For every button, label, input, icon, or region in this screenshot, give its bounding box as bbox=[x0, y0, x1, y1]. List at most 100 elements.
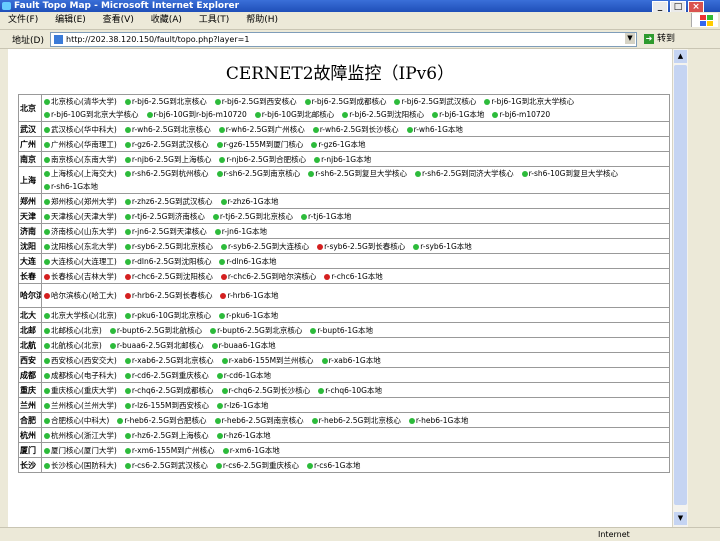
link-item[interactable]: r-njb6-2.5G到合肥核心 bbox=[219, 153, 306, 166]
link-item[interactable]: r-chc6-2.5G到哈尔滨核心 bbox=[220, 270, 316, 283]
go-button[interactable]: ➜ 转到 bbox=[644, 32, 684, 46]
link-item[interactable]: 大连核心(大连理工) bbox=[44, 255, 117, 268]
link-item[interactable]: r-chq6-10G本地 bbox=[318, 384, 382, 397]
link-item[interactable]: r-gz6-2.5G到武汉核心 bbox=[124, 138, 209, 151]
link-item[interactable]: r-hrb6-1G本地 bbox=[220, 289, 278, 302]
link-item[interactable]: r-hz6-2.5G到上海核心 bbox=[124, 429, 209, 442]
link-item[interactable]: r-syb6-1G本地 bbox=[413, 240, 472, 253]
link-item[interactable]: r-pku6-1G本地 bbox=[219, 309, 278, 322]
link-item[interactable]: r-bupt6-2.5G到北京核心 bbox=[210, 324, 302, 337]
vertical-scrollbar[interactable]: ▲ ▼ bbox=[672, 49, 688, 527]
link-item[interactable]: 杭州核心(浙江大学) bbox=[44, 429, 117, 442]
link-item[interactable]: r-gz6-155M到厦门核心 bbox=[216, 138, 303, 151]
link-item[interactable]: r-cs6-1G本地 bbox=[306, 459, 360, 472]
link-item[interactable]: r-tj6-2.5G到北京核心 bbox=[212, 210, 293, 223]
link-item[interactable]: r-bj6-1G到北京大学核心 bbox=[484, 96, 574, 109]
link-item[interactable]: 北航核心(北京) bbox=[44, 339, 102, 352]
link-item[interactable]: r-bj6-1G本地 bbox=[432, 108, 484, 121]
address-input[interactable]: http://202.38.120.150/fault/topo.php?lay… bbox=[50, 32, 637, 47]
link-item[interactable]: r-wh6-2.5G到长沙核心 bbox=[312, 123, 399, 136]
link-item[interactable]: r-gz6-1G本地 bbox=[311, 138, 365, 151]
link-item[interactable]: r-zhz6-2.5G到武汉核心 bbox=[124, 195, 213, 208]
link-item[interactable]: r-heb6-2.5G到南京核心 bbox=[214, 414, 304, 427]
link-item[interactable]: r-jn6-1G本地 bbox=[214, 225, 267, 238]
link-item[interactable]: r-njb6-2.5G到上海核心 bbox=[124, 153, 211, 166]
link-item[interactable]: r-syb6-2.5G到长春核心 bbox=[317, 240, 405, 253]
link-item[interactable]: r-bj6-2.5G到成都核心 bbox=[304, 96, 386, 109]
link-item[interactable]: 哈尔滨核心(哈工大) bbox=[44, 289, 117, 302]
link-item[interactable]: r-sh6-2.5G到同济大学核心 bbox=[414, 168, 514, 181]
link-item[interactable]: r-sh6-2.5G到复旦大学核心 bbox=[308, 168, 407, 181]
link-item[interactable]: 济南核心(山东大学) bbox=[44, 225, 117, 238]
link-item[interactable]: 武汉核心(华中科大) bbox=[44, 123, 117, 136]
link-item[interactable]: 长沙核心(国防科大) bbox=[44, 459, 117, 472]
link-item[interactable]: r-dln6-1G本地 bbox=[219, 255, 276, 268]
link-item[interactable]: r-bupt6-1G本地 bbox=[310, 324, 373, 337]
menu-edit[interactable]: 编辑(E) bbox=[55, 12, 86, 29]
link-item[interactable]: 长春核心(吉林大学) bbox=[44, 270, 117, 283]
link-item[interactable]: r-syb6-2.5G到大连核心 bbox=[221, 240, 309, 253]
link-item[interactable]: r-bj6-10G到北邮核心 bbox=[254, 108, 334, 121]
link-item[interactable]: r-hz6-1G本地 bbox=[216, 429, 271, 442]
link-item[interactable]: r-xab6-155M到兰州核心 bbox=[221, 354, 314, 367]
link-item[interactable]: r-pku6-10G到北京核心 bbox=[124, 309, 211, 322]
link-item[interactable]: r-tj6-1G本地 bbox=[300, 210, 351, 223]
link-item[interactable]: r-cd6-2.5G到重庆核心 bbox=[124, 369, 209, 382]
link-item[interactable]: r-cs6-2.5G到武汉核心 bbox=[124, 459, 208, 472]
link-item[interactable]: 北京核心(清华大学) bbox=[44, 96, 117, 109]
link-item[interactable]: r-jn6-2.5G到天津核心 bbox=[124, 225, 207, 238]
link-item[interactable]: r-bupt6-2.5G到北航核心 bbox=[109, 324, 202, 337]
link-item[interactable]: r-buaa6-1G本地 bbox=[211, 339, 276, 352]
menu-favorites[interactable]: 收藏(A) bbox=[151, 12, 182, 29]
link-item[interactable]: 上海核心(上海交大) bbox=[44, 168, 117, 181]
link-item[interactable]: 兰州核心(兰州大学) bbox=[44, 399, 117, 412]
link-item[interactable]: r-chc6-2.5G到沈阳核心 bbox=[124, 270, 213, 283]
link-item[interactable]: r-dln6-2.5G到沈阳核心 bbox=[124, 255, 211, 268]
link-item[interactable]: r-buaa6-2.5G到北邮核心 bbox=[109, 339, 204, 352]
menu-help[interactable]: 帮助(H) bbox=[246, 12, 278, 29]
link-item[interactable]: r-bj6-10G到r-bj6-m10720 bbox=[146, 108, 247, 121]
link-item[interactable]: r-bj6-m10720 bbox=[492, 108, 550, 121]
link-item[interactable]: r-chc6-1G本地 bbox=[324, 270, 383, 283]
link-item[interactable]: 厦门核心(厦门大学) bbox=[44, 444, 117, 457]
link-item[interactable]: r-bj6-2.5G到沈阳核心 bbox=[342, 108, 424, 121]
link-item[interactable]: r-lz6-155M到西安核心 bbox=[124, 399, 209, 412]
link-item[interactable]: r-njb6-1G本地 bbox=[314, 153, 371, 166]
link-item[interactable]: r-lz6-1G本地 bbox=[216, 399, 268, 412]
link-item[interactable]: r-xab6-1G本地 bbox=[321, 354, 381, 367]
link-item[interactable]: r-xm6-155M到广州核心 bbox=[124, 444, 215, 457]
link-item[interactable]: r-bj6-2.5G到北京核心 bbox=[124, 96, 207, 109]
link-item[interactable]: r-chq6-2.5G到成都核心 bbox=[124, 384, 214, 397]
link-item[interactable]: 北京大学核心(北京) bbox=[44, 309, 117, 322]
link-item[interactable]: r-hrb6-2.5G到长春核心 bbox=[124, 289, 212, 302]
link-item[interactable]: r-cs6-2.5G到重庆核心 bbox=[215, 459, 299, 472]
link-item[interactable]: r-wh6-1G本地 bbox=[406, 123, 463, 136]
link-item[interactable]: r-syb6-2.5G到北京核心 bbox=[124, 240, 213, 253]
link-item[interactable]: r-bj6-2.5G到西安核心 bbox=[214, 96, 297, 109]
link-item[interactable]: r-chq6-2.5G到长沙核心 bbox=[221, 384, 310, 397]
link-item[interactable]: 成都核心(电子科大) bbox=[44, 369, 117, 382]
link-item[interactable]: 北邮核心(北京) bbox=[44, 324, 102, 337]
link-item[interactable]: 沈阳核心(东北大学) bbox=[44, 240, 117, 253]
menu-tools[interactable]: 工具(T) bbox=[199, 12, 230, 29]
link-item[interactable]: r-wh6-2.5G到广州核心 bbox=[218, 123, 305, 136]
link-item[interactable]: 郑州核心(郑州大学) bbox=[44, 195, 117, 208]
link-item[interactable]: 广州核心(华南理工) bbox=[44, 138, 117, 151]
link-item[interactable]: r-xm6-1G本地 bbox=[222, 444, 280, 457]
link-item[interactable]: r-sh6-2.5G到杭州核心 bbox=[124, 168, 209, 181]
link-item[interactable]: 西安核心(西安交大) bbox=[44, 354, 117, 367]
link-item[interactable]: 天津核心(天津大学) bbox=[44, 210, 117, 223]
link-item[interactable]: r-sh6-10G到复旦大学核心 bbox=[521, 168, 618, 181]
link-item[interactable]: r-heb6-1G本地 bbox=[408, 414, 468, 427]
link-item[interactable]: r-sh6-2.5G到南京核心 bbox=[216, 168, 300, 181]
scroll-up-icon[interactable]: ▲ bbox=[674, 50, 687, 63]
menu-file[interactable]: 文件(F) bbox=[8, 12, 38, 29]
link-item[interactable]: r-bj6-10G到北京大学核心 bbox=[44, 108, 139, 121]
link-item[interactable]: r-zhz6-1G本地 bbox=[220, 195, 279, 208]
link-item[interactable]: 重庆核心(重庆大学) bbox=[44, 384, 117, 397]
link-item[interactable]: r-cd6-1G本地 bbox=[216, 369, 271, 382]
scroll-thumb[interactable] bbox=[674, 65, 687, 505]
link-item[interactable]: r-tj6-2.5G到济南核心 bbox=[124, 210, 205, 223]
link-item[interactable]: r-wh6-2.5G到北京核心 bbox=[124, 123, 211, 136]
link-item[interactable]: 合肥核心(中科大) bbox=[44, 414, 109, 427]
